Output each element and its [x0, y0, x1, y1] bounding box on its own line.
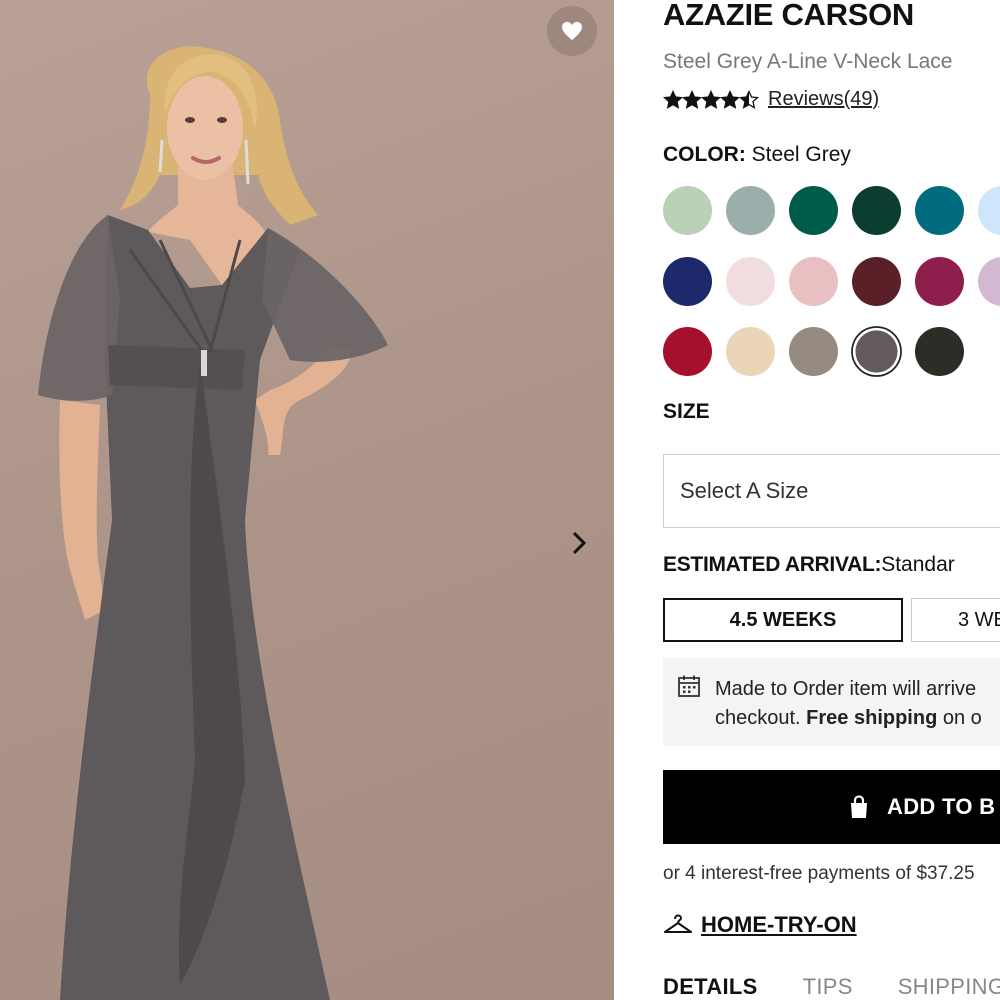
home-try-on-link[interactable]: HOME-TRY-ON: [663, 912, 857, 938]
notice-line-1: Made to Order item will arrive: [715, 678, 977, 700]
color-swatch[interactable]: [663, 186, 712, 235]
favorite-button[interactable]: [547, 6, 597, 56]
free-shipping-text: Free shipping: [806, 707, 938, 729]
color-swatch[interactable]: [789, 327, 838, 376]
product-photo[interactable]: [0, 0, 614, 1000]
estimated-arrival-value: Standar: [881, 553, 955, 576]
rating-row: Reviews(49): [663, 88, 879, 111]
calendar-icon: [678, 675, 700, 697]
hanger-icon: [664, 914, 692, 933]
product-title: AZAZIE CARSON: [663, 0, 914, 32]
color-swatch[interactable]: [915, 327, 964, 376]
add-to-bag-label: ADD TO B: [887, 794, 996, 819]
estimated-arrival: ESTIMATED ARRIVAL:Standar: [663, 553, 955, 577]
color-label: COLOR: Steel Grey: [663, 143, 851, 167]
notice-text: Made to Order item will arrive checkout.…: [715, 675, 982, 733]
next-image-button[interactable]: [561, 525, 597, 561]
estimated-arrival-label: ESTIMATED ARRIVAL:: [663, 553, 882, 576]
reviews-link[interactable]: Reviews(49): [768, 88, 879, 111]
star-full-icon: [701, 89, 721, 109]
color-swatch[interactable]: [726, 256, 775, 306]
color-swatch[interactable]: [852, 256, 901, 306]
heart-icon: [562, 21, 582, 41]
product-info-panel: AZAZIE CARSON Steel Grey A-Line V-Neck L…: [614, 0, 1000, 1000]
color-heading: COLOR:: [663, 143, 746, 166]
tab-tips[interactable]: TIPS: [803, 974, 853, 1000]
color-swatch[interactable]: [978, 256, 1000, 306]
model-wearing-dress-image: [38, 46, 388, 1000]
notice-line-2-pre: checkout.: [715, 707, 801, 729]
installments-text: or 4 interest-free payments of $37.25: [663, 863, 975, 884]
color-swatch[interactable]: [852, 186, 901, 235]
color-swatch[interactable]: [789, 186, 838, 235]
made-to-order-notice: Made to Order item will arrive checkout.…: [663, 658, 1000, 746]
star-full-icon: [720, 89, 740, 109]
star-rating: [663, 89, 759, 110]
color-swatch[interactable]: [789, 256, 838, 306]
product-tabs: DETAILS TIPS SHIPPING: [663, 974, 1000, 1000]
delivery-option-3-weeks[interactable]: 3 WE: [911, 598, 1000, 642]
color-swatch[interactable]: [726, 327, 775, 376]
chevron-right-icon: [572, 531, 587, 555]
color-swatch[interactable]: [855, 330, 898, 373]
home-try-on-label: HOME-TRY-ON: [701, 912, 857, 937]
color-swatch[interactable]: [915, 186, 964, 235]
delivery-option-4-5-weeks[interactable]: 4.5 WEEKS: [663, 598, 903, 642]
add-to-bag-button[interactable]: ADD TO B: [663, 770, 1000, 844]
color-swatch[interactable]: [726, 186, 775, 235]
product-subtitle: Steel Grey A-Line V-Neck Lace: [663, 50, 953, 73]
selected-color-name: Steel Grey: [751, 143, 851, 166]
size-select[interactable]: Select A Size: [663, 454, 1000, 528]
color-swatch[interactable]: [978, 186, 1000, 235]
tab-shipping[interactable]: SHIPPING: [898, 974, 1000, 1000]
tab-details[interactable]: DETAILS: [663, 974, 758, 1000]
star-full-icon: [682, 89, 702, 109]
size-heading: SIZE: [663, 400, 710, 423]
color-swatch[interactable]: [915, 256, 964, 306]
color-swatch[interactable]: [663, 327, 712, 376]
shopping-bag-icon: [851, 795, 867, 818]
color-swatch[interactable]: [663, 256, 712, 306]
star-half-icon: [739, 89, 759, 109]
star-full-icon: [663, 89, 683, 109]
notice-line-2-post: on o: [942, 707, 982, 729]
size-select-placeholder: Select A Size: [680, 478, 809, 503]
